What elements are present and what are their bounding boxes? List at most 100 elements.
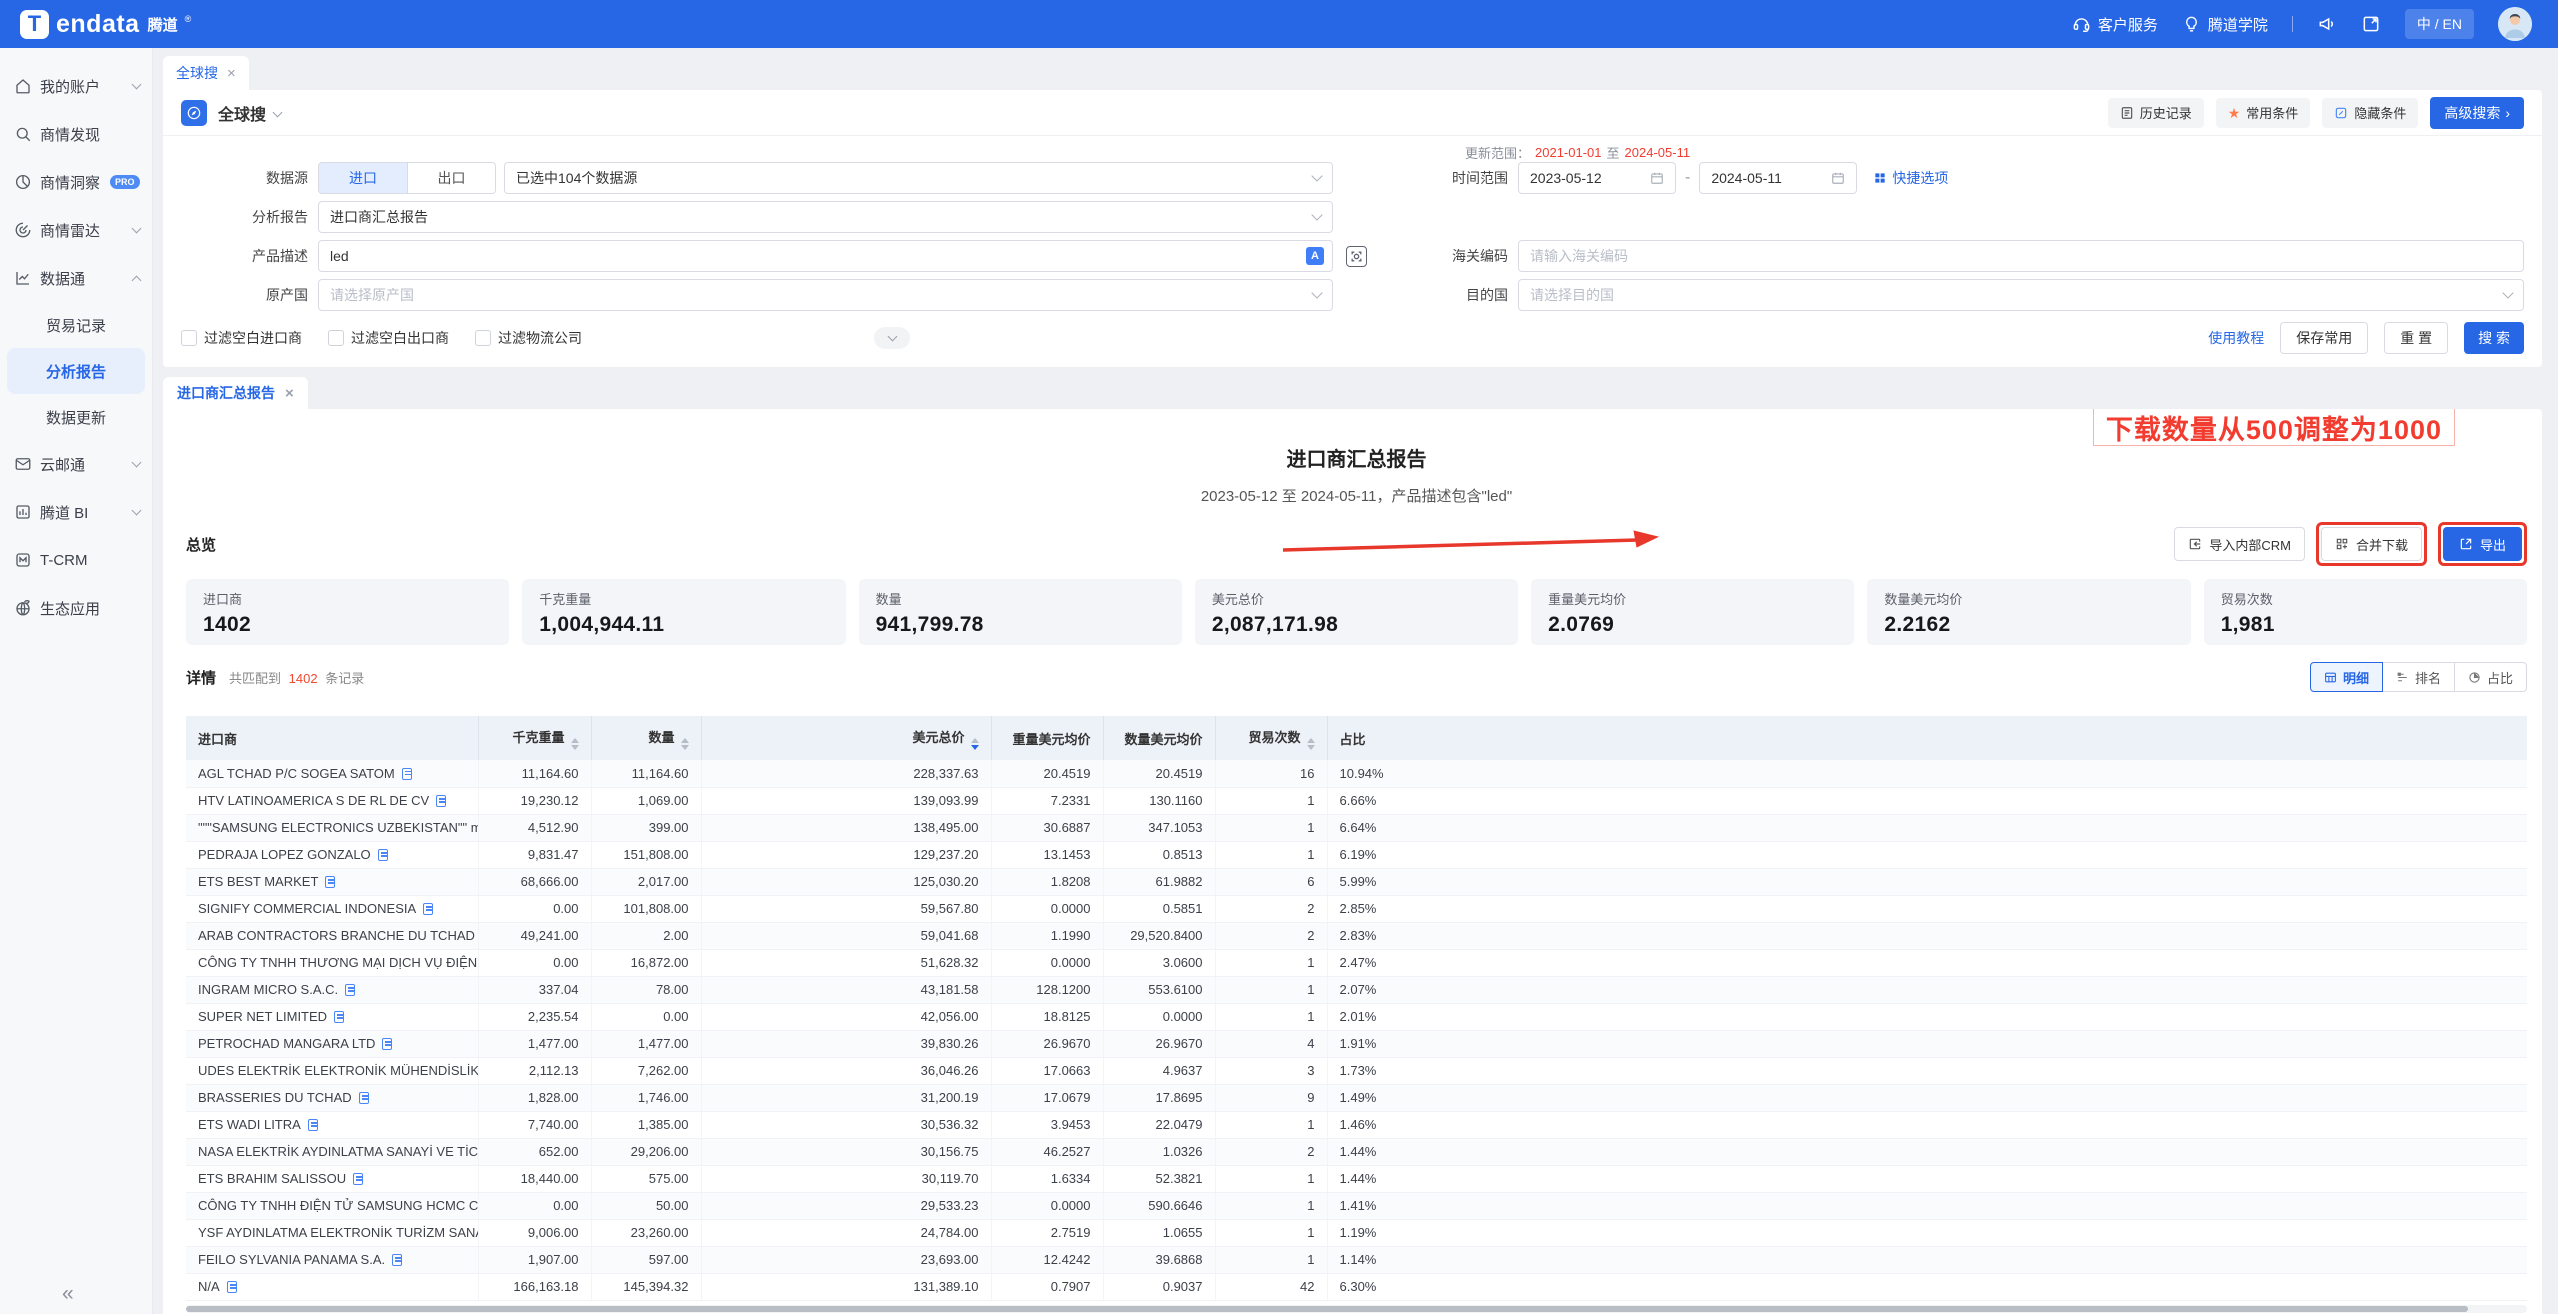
sort-icon[interactable]	[571, 738, 579, 750]
merge-download-button[interactable]: 合并下载	[2321, 527, 2422, 561]
search-button[interactable]: 搜 索	[2464, 322, 2524, 354]
tutorial-link[interactable]: 使用教程	[2208, 328, 2264, 348]
tendata-logo[interactable]: T endata 腾道 ®	[20, 10, 191, 39]
sort-desc-icon[interactable]	[971, 738, 979, 750]
datasource-export-tab[interactable]: 出口	[407, 163, 495, 193]
sidebar-item-trade-records[interactable]: 贸易记录	[7, 302, 145, 348]
import-crm-button[interactable]: 导入内部CRM	[2174, 527, 2305, 561]
scrollbar-thumb[interactable]	[186, 1306, 2468, 1312]
cell-quantity: 1,746.00	[591, 1084, 701, 1111]
destination-country-select[interactable]: 请选择目的国	[1518, 279, 2524, 311]
filter-checkbox[interactable]: 过滤空白进口商	[181, 328, 302, 348]
hs-code-input[interactable]	[1518, 240, 2524, 272]
cell-trade-count: 1	[1215, 841, 1327, 868]
tab-importer-summary-report[interactable]: 进口商汇总报告 ×	[163, 377, 308, 409]
date-from-input[interactable]: 2023-05-12	[1518, 162, 1676, 194]
company-detail-icon[interactable]	[227, 1281, 237, 1293]
history-button[interactable]: 历史记录	[2108, 98, 2204, 128]
filter-checkbox[interactable]: 过滤物流公司	[475, 328, 582, 348]
importer-name: ETS BRAHIM SALISSOU	[198, 1171, 346, 1186]
announcement-icon[interactable]	[2317, 14, 2337, 34]
close-icon[interactable]: ×	[227, 65, 236, 82]
cell-trade-count: 9	[1215, 1084, 1327, 1111]
company-detail-icon[interactable]	[353, 1173, 363, 1185]
cell-kg-weight: 19,230.12	[478, 787, 591, 814]
sidebar-item-insight[interactable]: 商情洞察 PRO	[0, 158, 152, 206]
customer-service-link[interactable]: 客户服务	[2072, 14, 2158, 35]
sidebar-item-datapass[interactable]: 数据通	[0, 254, 152, 302]
view-detail-button[interactable]: 明细	[2310, 662, 2383, 692]
user-avatar[interactable]	[2498, 7, 2532, 41]
cell-usd-per-kg: 17.0663	[991, 1057, 1103, 1084]
image-search-icon[interactable]	[1346, 246, 1367, 267]
sidebar-item-discovery[interactable]: 商情发现	[0, 110, 152, 158]
company-detail-icon[interactable]	[334, 1011, 344, 1023]
product-desc-input[interactable]	[318, 240, 1333, 272]
company-detail-icon[interactable]	[423, 903, 433, 915]
academy-link[interactable]: 腾道学院	[2182, 14, 2268, 35]
import-icon	[2188, 537, 2202, 551]
header-quantity[interactable]: 数量	[591, 716, 701, 760]
company-detail-icon[interactable]	[325, 876, 335, 888]
sidebar-item-cloud-mail[interactable]: 云邮通	[0, 440, 152, 488]
company-detail-icon[interactable]	[345, 984, 355, 996]
merge-icon	[2335, 537, 2349, 551]
company-detail-icon[interactable]	[359, 1092, 369, 1104]
company-detail-icon[interactable]	[392, 1254, 402, 1266]
sidebar-item-tcrm[interactable]: T-CRM	[0, 536, 152, 584]
horizontal-scrollbar[interactable]	[186, 1305, 2527, 1313]
report-type-select[interactable]: 进口商汇总报告	[318, 201, 1333, 233]
quick-options-link[interactable]: 快捷选项	[1873, 168, 1948, 188]
stat-card: 千克重量 1,004,944.11	[522, 579, 845, 645]
chevron-down-icon[interactable]	[273, 108, 283, 118]
view-ranking-button[interactable]: 排名	[2382, 662, 2455, 692]
cell-trade-count: 4	[1215, 1030, 1327, 1057]
cell-importer: HTV LATINOAMERICA S DE RL DE CV	[186, 787, 478, 814]
cell-importer: BRASSERIES DU TCHAD	[186, 1084, 478, 1111]
translate-icon[interactable]: A	[1306, 247, 1324, 265]
datasource-label: 数据源	[181, 168, 308, 188]
update-range-label: 更新范围：	[1465, 143, 1530, 162]
header-kg-weight[interactable]: 千克重量	[478, 716, 591, 760]
date-to-input[interactable]: 2024-05-11	[1699, 162, 1857, 194]
export-button[interactable]: 导出	[2443, 527, 2522, 561]
language-switch[interactable]: 中 / EN	[2405, 9, 2474, 39]
filter-checkbox[interactable]: 过滤空白出口商	[328, 328, 449, 348]
sidebar-item-bi[interactable]: 腾道 BI	[0, 488, 152, 536]
hide-conditions-button[interactable]: 隐藏条件	[2322, 98, 2418, 128]
sidebar-item-analysis-report[interactable]: 分析报告	[7, 348, 145, 394]
close-icon[interactable]: ×	[285, 385, 294, 402]
favorite-conditions-button[interactable]: ★ 常用条件	[2216, 98, 2311, 128]
company-detail-icon[interactable]	[308, 1119, 318, 1131]
cell-usd-total: 30,156.75	[701, 1138, 991, 1165]
company-detail-icon[interactable]	[382, 1038, 392, 1050]
header-usd-total[interactable]: 美元总价	[701, 716, 991, 760]
view-share-button[interactable]: 占比	[2454, 662, 2527, 692]
stat-label: 重量美元均价	[1548, 589, 1837, 608]
company-detail-icon[interactable]	[378, 849, 388, 861]
advanced-search-button[interactable]: 高级搜索 ›	[2430, 97, 2524, 129]
origin-country-select[interactable]: 请选择原产国	[318, 279, 1333, 311]
table-row: INGRAM MICRO S.A.C. 337.04 78.00 43,181.…	[186, 976, 2527, 1003]
reset-button[interactable]: 重 置	[2384, 322, 2448, 354]
cell-kg-weight: 337.04	[478, 976, 591, 1003]
sidebar-item-my-account[interactable]: 我的账户	[0, 62, 152, 110]
sidebar-item-eco-apps[interactable]: 生态应用	[0, 584, 152, 632]
tab-global-search[interactable]: 全球搜 ×	[163, 56, 249, 90]
header-trade-count[interactable]: 贸易次数	[1215, 716, 1327, 760]
datasource-select[interactable]: 已选中104个数据源	[504, 162, 1333, 194]
annotation-arrow	[1275, 529, 1665, 557]
sidebar-item-radar[interactable]: 商情雷达	[0, 206, 152, 254]
company-detail-icon[interactable]	[436, 795, 446, 807]
stat-label: 千克重量	[539, 589, 828, 608]
fullscreen-icon[interactable]	[2361, 14, 2381, 34]
company-detail-icon[interactable]	[402, 768, 412, 780]
sidebar-collapse-button[interactable]: «	[62, 1282, 74, 1306]
save-favorite-button[interactable]: 保存常用	[2280, 322, 2368, 354]
collapse-form-button[interactable]	[874, 327, 910, 349]
sort-icon[interactable]	[1307, 738, 1315, 750]
table-row: HTV LATINOAMERICA S DE RL DE CV 19,230.1…	[186, 787, 2527, 814]
datasource-import-tab[interactable]: 进口	[319, 163, 407, 193]
sort-icon[interactable]	[681, 738, 689, 750]
sidebar-item-data-update[interactable]: 数据更新	[7, 394, 145, 440]
